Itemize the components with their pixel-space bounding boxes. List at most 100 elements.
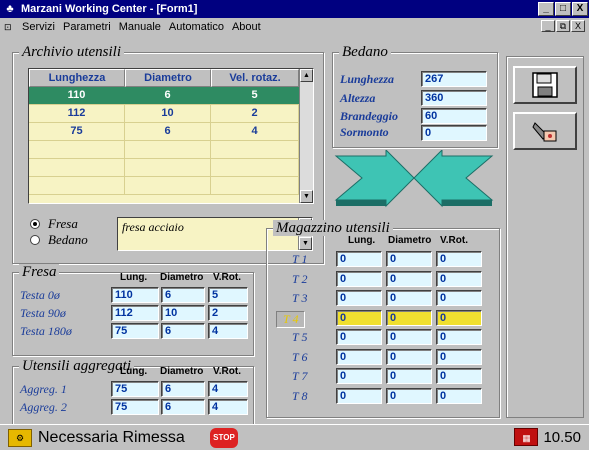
magazzino-1-lung[interactable]: 0	[336, 251, 382, 267]
tools-grid[interactable]: Lunghezza Diametro Vel. rotaz. 110 6 5 1…	[28, 68, 314, 204]
magazzino-1-vrot[interactable]: 0	[436, 251, 482, 267]
col-diametro[interactable]: Diametro	[125, 69, 211, 87]
app-icon: ♣	[6, 3, 14, 15]
magazzino-6-diam[interactable]: 0	[386, 348, 432, 365]
fresa-0-lung[interactable]: 110	[111, 287, 159, 303]
aggregati-head-diametro: Diametro	[160, 366, 204, 377]
table-row-empty[interactable]	[29, 159, 313, 177]
toolbar-panel	[506, 56, 584, 418]
magazzino-label-6[interactable]: T 6	[292, 350, 307, 365]
magazzino-4-diam[interactable]: 0	[386, 309, 432, 326]
col-velocita[interactable]: Vel. rotaz.	[211, 69, 299, 87]
menu-servizi[interactable]: Servizi	[22, 21, 55, 33]
magazzino-7-vrot[interactable]: 0	[436, 368, 482, 384]
cell-velocita: 2	[211, 105, 299, 122]
magazzino-3-vrot[interactable]: 0	[436, 290, 482, 306]
magazzino-label-2[interactable]: T 2	[292, 272, 307, 287]
maximize-button[interactable]: □	[555, 2, 571, 16]
status-message: Necessaria Rimessa	[38, 428, 185, 446]
field-brandeggio[interactable]: 60	[421, 108, 487, 124]
field-sormonto[interactable]: 0	[421, 125, 487, 141]
fresa-180-diam[interactable]: 6	[161, 323, 205, 339]
grid-scrollbar[interactable]: ▲ ▼	[299, 69, 313, 203]
fresa-0-vrot[interactable]: 5	[208, 287, 248, 303]
menu-parametri[interactable]: Parametri	[63, 21, 111, 33]
title-bar: ♣ Marzani Working Center - [Form1] _ □ X	[0, 0, 589, 18]
magazzino-6-lung[interactable]: 0	[336, 348, 382, 365]
magazzino-5-lung[interactable]: 0	[336, 329, 382, 345]
fresa-90-diam[interactable]: 10	[161, 305, 205, 321]
magazzino-8-lung[interactable]: 0	[336, 387, 382, 404]
label-testa-0: Testa 0ø	[20, 288, 60, 302]
magazzino-2-diam[interactable]: 0	[386, 270, 432, 287]
col-lunghezza[interactable]: Lunghezza	[29, 69, 125, 87]
label-aggreg-1: Aggreg. 1	[20, 382, 67, 396]
magazzino-8-diam[interactable]: 0	[386, 387, 432, 404]
mdi-restore-button[interactable]: ⧉	[556, 20, 570, 32]
aggreg-1-diam[interactable]: 6	[161, 381, 205, 397]
magazzino-label-4[interactable]: T 4	[276, 310, 306, 328]
magazzino-3-diam[interactable]: 0	[386, 290, 432, 306]
cell-diametro: 6	[125, 123, 211, 140]
table-row[interactable]: 110 6 5	[29, 87, 313, 105]
aggreg-2-vrot[interactable]: 4	[208, 399, 248, 415]
minimize-button[interactable]: _	[538, 2, 554, 16]
radio-bedano[interactable]: Bedano	[30, 232, 88, 248]
tool-button[interactable]	[513, 112, 577, 150]
aggreg-2-lung[interactable]: 75	[111, 399, 159, 415]
aggreg-2-diam[interactable]: 6	[161, 399, 205, 415]
magazzino-7-lung[interactable]: 0	[336, 368, 382, 384]
cell-velocita: 5	[211, 87, 299, 104]
menu-about[interactable]: About	[232, 21, 261, 33]
magazzino-label-8[interactable]: T 8	[292, 389, 307, 404]
menu-manuale[interactable]: Manuale	[119, 21, 161, 33]
magazzino-1-diam[interactable]: 0	[386, 251, 432, 267]
magazzino-4-vrot[interactable]: 0	[436, 309, 482, 326]
magazzino-7-diam[interactable]: 0	[386, 368, 432, 384]
field-lunghezza[interactable]: 267	[421, 71, 487, 87]
magazzino-5-vrot[interactable]: 0	[436, 329, 482, 345]
magazzino-head-diametro: Diametro	[388, 235, 432, 246]
fresa-90-vrot[interactable]: 2	[208, 305, 248, 321]
scroll-down-arrow-icon[interactable]: ▼	[300, 190, 313, 203]
stop-button[interactable]: STOP	[210, 427, 238, 448]
magazzino-6-vrot[interactable]: 0	[436, 348, 482, 365]
close-button[interactable]: X	[572, 2, 588, 16]
magazzino-label-5[interactable]: T 5	[292, 330, 307, 345]
radio-fresa[interactable]: Fresa	[30, 216, 78, 232]
aggreg-1-vrot[interactable]: 4	[208, 381, 248, 397]
magazzino-title: Magazzino utensili	[273, 220, 393, 236]
magazzino-label-7[interactable]: T 7	[292, 369, 307, 384]
magazzino-label-3[interactable]: T 3	[292, 291, 307, 306]
magazzino-2-vrot[interactable]: 0	[436, 270, 482, 287]
table-row-empty[interactable]	[29, 141, 313, 159]
fresa-180-lung[interactable]: 75	[111, 323, 159, 339]
mdi-minimize-button[interactable]: _	[541, 20, 555, 32]
label-sormonto: Sormonto	[340, 125, 389, 139]
fresa-0-diam[interactable]: 6	[161, 287, 205, 303]
fresa-90-lung[interactable]: 112	[111, 305, 159, 321]
mdi-close-button[interactable]: X	[571, 20, 585, 32]
magazzino-8-vrot[interactable]: 0	[436, 387, 482, 404]
menu-automatico[interactable]: Automatico	[169, 21, 224, 33]
magazzino-4-lung[interactable]: 0	[336, 309, 382, 326]
field-altezza[interactable]: 360	[421, 90, 487, 106]
label-aggreg-2: Aggreg. 2	[20, 400, 67, 414]
magazzino-3-lung[interactable]: 0	[336, 290, 382, 306]
aggreg-1-lung[interactable]: 75	[111, 381, 159, 397]
save-button[interactable]	[513, 66, 577, 104]
table-row[interactable]: 75 6 4	[29, 123, 313, 141]
label-lunghezza: Lunghezza	[340, 72, 395, 86]
table-row[interactable]: 112 10 2	[29, 105, 313, 123]
main-form: Archivio utensili Lunghezza Diametro Vel…	[2, 36, 587, 426]
scroll-up-arrow-icon[interactable]: ▲	[300, 69, 313, 82]
radio-bedano-dot[interactable]	[30, 235, 40, 245]
magazzino-2-lung[interactable]: 0	[336, 270, 382, 287]
radio-fresa-dot[interactable]	[30, 219, 40, 229]
fresa-180-vrot[interactable]: 4	[208, 323, 248, 339]
magazzino-5-diam[interactable]: 0	[386, 329, 432, 345]
magazzino-label-1[interactable]: T 1	[292, 252, 307, 267]
document-icon[interactable]: ⊡	[4, 22, 18, 33]
clock: ▦ 10.50	[514, 428, 581, 446]
table-row-empty[interactable]	[29, 177, 313, 195]
